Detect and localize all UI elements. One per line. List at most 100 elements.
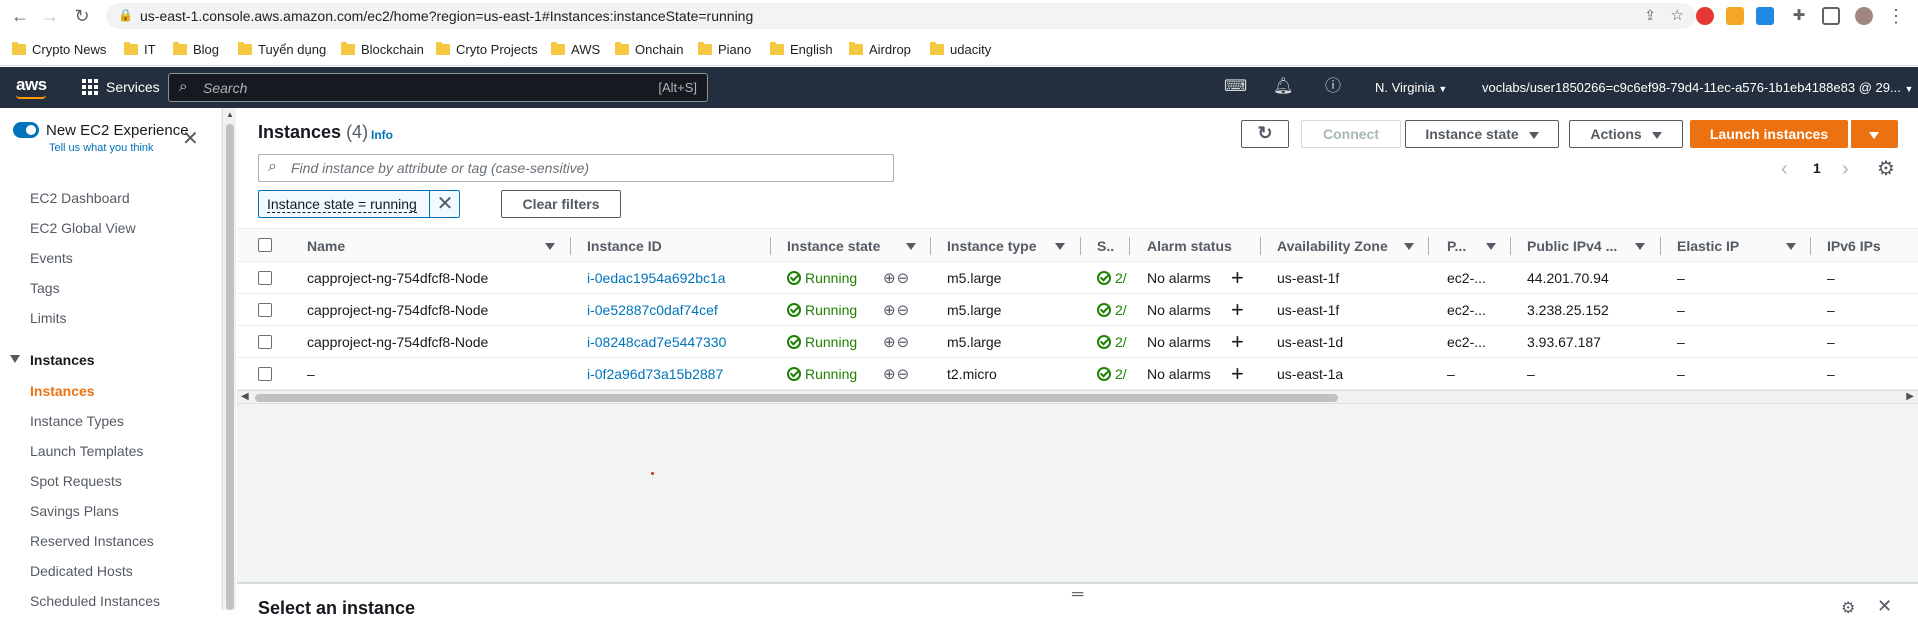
filter-token[interactable]: Instance state = running ✕ <box>258 190 460 218</box>
bookmark-onchain[interactable]: Onchain <box>615 40 683 58</box>
sidebar-item-spot-requests[interactable]: Spot Requests <box>30 473 122 489</box>
table-row[interactable]: – i-0f2a96d73a15b2887 Running ⊕⊖ t2.micr… <box>237 358 1918 390</box>
sidebar-group-instances[interactable]: Instances <box>30 352 95 368</box>
scroll-up-icon[interactable]: ▲ <box>226 110 234 119</box>
remove-filter-icon[interactable]: ✕ <box>429 191 460 217</box>
gear-icon[interactable]: ⚙ <box>1841 598 1855 618</box>
console-search-input[interactable]: ⌕ Search [Alt+S] <box>168 73 708 102</box>
sort-icon[interactable] <box>1404 243 1414 250</box>
sidebar-item-tags[interactable]: Tags <box>30 280 60 296</box>
zoom-in-out-icon[interactable]: ⊕⊖ <box>883 365 910 383</box>
bookmark-tuyen-dung[interactable]: Tuyển dụng <box>238 40 326 58</box>
column-resizer[interactable] <box>1428 237 1429 255</box>
bookmark-piano[interactable]: Piano <box>698 40 751 58</box>
column-header-instance-type[interactable]: Instance type <box>947 238 1036 254</box>
select-all-checkbox[interactable] <box>258 238 272 252</box>
bookmark-udacity[interactable]: udacity <box>930 40 991 58</box>
new-experience-toggle[interactable] <box>13 122 39 138</box>
bookmark-crypto-news[interactable]: Crypto News <box>12 40 106 58</box>
bookmark-blog[interactable]: Blog <box>173 40 219 58</box>
column-resizer[interactable] <box>930 237 931 255</box>
bell-icon[interactable]: 🔔︎ <box>1273 77 1293 97</box>
column-header-name[interactable]: Name <box>307 238 345 254</box>
column-resizer[interactable] <box>570 237 571 255</box>
launch-instances-button[interactable]: Launch instances <box>1690 120 1848 148</box>
extension-orange-icon[interactable] <box>1726 7 1744 25</box>
reload-icon[interactable]: ↻ <box>70 4 94 28</box>
bookmark-cryto-projects[interactable]: Cryto Projects <box>436 40 538 58</box>
previous-page-icon[interactable]: ‹ <box>1781 158 1788 181</box>
puzzle-icon[interactable]: ✚ <box>1787 4 1811 28</box>
column-header-public-ipv4[interactable]: Public IPv4 ... <box>1527 238 1617 254</box>
close-icon[interactable]: ✕ <box>1877 596 1892 617</box>
column-header-availability-zone[interactable]: Availability Zone <box>1277 238 1388 254</box>
scroll-right-icon[interactable]: ▶ <box>1906 391 1914 402</box>
row-checkbox[interactable] <box>258 367 272 381</box>
caret-down-icon[interactable] <box>10 355 20 363</box>
cell-instance-id[interactable]: i-0e52887c0daf74cef <box>587 302 718 318</box>
column-resizer[interactable] <box>1260 237 1261 255</box>
horizontal-scroll-thumb[interactable] <box>255 394 1338 402</box>
table-horizontal-scrollbar[interactable]: ◀ ▶ <box>237 390 1918 404</box>
feedback-link[interactable]: Tell us what you think <box>49 142 154 154</box>
column-resizer[interactable] <box>1129 237 1130 255</box>
profile-avatar[interactable] <box>1855 7 1873 25</box>
add-alarm-icon[interactable]: + <box>1231 329 1244 355</box>
sort-icon[interactable] <box>1055 243 1065 250</box>
bookmark-blockchain[interactable]: Blockchain <box>341 40 424 58</box>
sort-icon[interactable] <box>545 243 555 250</box>
region-selector[interactable]: N. Virginia ▼ <box>1375 80 1447 95</box>
column-header-public-dns[interactable]: P... <box>1447 238 1466 254</box>
refresh-button[interactable]: ↻ <box>1241 120 1289 148</box>
scroll-left-icon[interactable]: ◀ <box>241 391 249 402</box>
back-icon[interactable]: ← <box>8 4 32 28</box>
row-checkbox[interactable] <box>258 271 272 285</box>
sidebar-item-limits[interactable]: Limits <box>30 310 67 326</box>
sidebar-item-dedicated-hosts[interactable]: Dedicated Hosts <box>30 563 133 579</box>
account-menu[interactable]: voclabs/user1850266=c9c6ef98-79d4-11ec-a… <box>1482 80 1913 95</box>
drag-handle-icon[interactable]: ═ <box>1072 586 1083 604</box>
sidebar-scroll-thumb[interactable] <box>226 124 234 610</box>
sidebar-item-scheduled-instances[interactable]: Scheduled Instances <box>30 593 160 609</box>
cell-instance-id[interactable]: i-0f2a96d73a15b2887 <box>587 366 723 382</box>
column-header-instance-id[interactable]: Instance ID <box>587 238 662 254</box>
add-alarm-icon[interactable]: + <box>1231 361 1244 387</box>
bookmark-english[interactable]: English <box>770 40 833 58</box>
column-header-ipv6-ips[interactable]: IPv6 IPs <box>1827 238 1881 254</box>
sidebar-item-launch-templates[interactable]: Launch Templates <box>30 443 143 459</box>
zoom-in-out-icon[interactable]: ⊕⊖ <box>883 269 910 287</box>
filter-token-label[interactable]: Instance state = running <box>267 196 417 213</box>
row-checkbox[interactable] <box>258 335 272 349</box>
column-header-alarm-status[interactable]: Alarm status <box>1147 238 1232 254</box>
address-bar[interactable]: 🔒 us-east-1.console.aws.amazon.com/ec2/h… <box>106 3 1696 29</box>
next-page-icon[interactable]: › <box>1842 158 1849 181</box>
menu-icon[interactable]: ⋮ <box>1884 4 1908 28</box>
services-menu[interactable]: Services <box>82 79 160 95</box>
add-alarm-icon[interactable]: + <box>1231 297 1244 323</box>
column-header-status-check[interactable]: S.. <box>1097 238 1114 254</box>
row-checkbox[interactable] <box>258 303 272 317</box>
bookmark-aws[interactable]: AWS <box>551 40 600 58</box>
bookmark-it[interactable]: IT <box>124 40 156 58</box>
cell-instance-id[interactable]: i-08248cad7e5447330 <box>587 334 726 350</box>
sort-icon[interactable] <box>1635 243 1645 250</box>
sidebar-item-ec2-dashboard[interactable]: EC2 Dashboard <box>30 190 130 206</box>
info-link[interactable]: Info <box>371 128 393 142</box>
column-header-elastic-ip[interactable]: Elastic IP <box>1677 238 1739 254</box>
column-resizer[interactable] <box>770 237 771 255</box>
bookmark-airdrop[interactable]: Airdrop <box>849 40 911 58</box>
forward-icon[interactable]: → <box>38 4 62 28</box>
close-icon[interactable]: ✕ <box>182 126 199 151</box>
help-icon[interactable]: ⓘ <box>1323 77 1343 97</box>
sidebar-item-events[interactable]: Events <box>30 250 73 266</box>
column-resizer[interactable] <box>1510 237 1511 255</box>
column-resizer[interactable] <box>1660 237 1661 255</box>
sidebar-item-savings-plans[interactable]: Savings Plans <box>30 503 119 519</box>
table-row[interactable]: capproject-ng-754dfcf8-Node i-0edac1954a… <box>237 262 1918 294</box>
extension-red-icon[interactable] <box>1696 7 1714 25</box>
sidebar-scrollbar[interactable]: ▲ <box>222 108 236 610</box>
instance-state-button[interactable]: Instance state <box>1405 120 1559 148</box>
sidebar-item-instances[interactable]: Instances <box>30 383 95 399</box>
launch-dropdown-button[interactable] <box>1850 120 1898 148</box>
add-alarm-icon[interactable]: + <box>1231 265 1244 291</box>
